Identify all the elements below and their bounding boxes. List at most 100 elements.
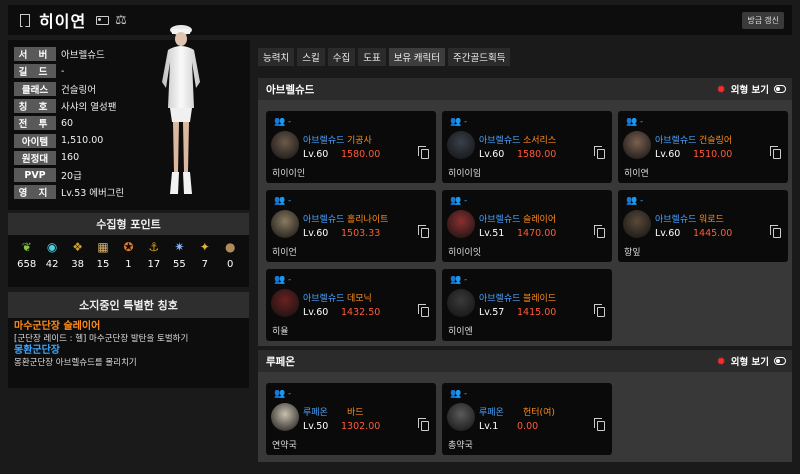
character-avatar	[150, 22, 212, 202]
toggle-icon[interactable]	[774, 85, 786, 93]
section-header: 루페온 ✹ 외형 보기	[258, 350, 792, 372]
bookmark-icon[interactable]	[20, 13, 30, 27]
tab-skills[interactable]: 스킬	[297, 48, 325, 66]
collectible-point-value: 38	[71, 259, 84, 270]
guild-name: -	[640, 196, 644, 206]
guild-members-icon: 👥	[450, 196, 462, 206]
character-class: 건슬링어	[699, 136, 733, 146]
collectible-point[interactable]: ✦ 7	[194, 239, 216, 270]
profile-row: 영 지 Lv.53 에버그린	[14, 185, 124, 200]
copy-icon[interactable]	[418, 225, 429, 238]
toggle-icon[interactable]	[774, 357, 786, 365]
collectible-point[interactable]: ● 0	[219, 239, 241, 270]
copy-icon[interactable]	[418, 418, 429, 431]
character-item-level: 1510.00	[693, 149, 733, 160]
guild-name: -	[640, 117, 644, 127]
character-name: 히이이인	[272, 169, 306, 179]
profile-value: 60	[61, 117, 74, 129]
profile-label: 칭 호	[14, 98, 56, 113]
look-toggle[interactable]: ✹ 외형 보기	[716, 354, 786, 368]
character-level: Lv.57	[479, 307, 505, 318]
look-label: 외형 보기	[730, 357, 769, 368]
copy-icon[interactable]	[770, 225, 781, 238]
scale-icon[interactable]: ⚖	[115, 13, 127, 28]
section-title: 아브렐슈드	[266, 83, 315, 96]
copy-icon[interactable]	[594, 418, 605, 431]
collectible-point[interactable]: ❦ 658	[16, 239, 38, 270]
character-card[interactable]: 👥 - 아브렐슈드 기공사 Lv.60 1580.00 히이이인	[266, 111, 436, 183]
character-card[interactable]: 👥 - 루페온 헌터(여) Lv.1 0.00 총약국	[442, 383, 612, 455]
character-portrait	[271, 210, 299, 238]
collectible-point-value: 658	[17, 259, 37, 270]
sun-icon: ✹	[716, 354, 726, 368]
character-card[interactable]: 👥 - 아브렐슈드 워로드 Lv.60 1445.00 항잎	[618, 190, 788, 262]
character-card[interactable]: 👥 - 아브렐슈드 건슬링어 Lv.60 1510.00 히이연	[618, 111, 788, 183]
character-server: 아브렐슈드	[479, 294, 521, 304]
left-panel: 서 버 아브렐슈드 길 드 - 클래스 건슬링어 칭 호 사샤의 열성팬 전 투 60 아이템 1,5…	[8, 40, 250, 210]
refresh-button[interactable]: 방금 갱신	[742, 11, 784, 29]
character-card[interactable]: 👥 - 루페온 바드 Lv.50 1302.00 연약국	[266, 383, 436, 455]
id-card-icon[interactable]	[96, 15, 110, 25]
character-level: Lv.60	[655, 228, 681, 239]
profile-row: 클래스 건슬링어	[14, 81, 96, 96]
character-card[interactable]: 👥 - 아브렐슈드 데모닉 Lv.60 1432.50 히율	[266, 269, 436, 341]
character-class: 슬레이어	[523, 215, 557, 225]
character-level: Lv.60	[479, 149, 505, 160]
tab-chart[interactable]: 도표	[358, 48, 386, 66]
profile-box: 서 버 아브렐슈드 길 드 - 클래스 건슬링어 칭 호 사샤의 열성팬 전 투 60 아이템 1,5…	[8, 40, 250, 210]
copy-icon[interactable]	[418, 146, 429, 159]
character-item-level: 0.00	[517, 421, 539, 432]
top-bar: 히이연 ⚖ 방금 갱신	[8, 5, 792, 35]
collectible-point[interactable]: ✪ 1	[117, 239, 139, 270]
server-panel: 👥 - 루페온 바드 Lv.50 1302.00 연약국 👥 - 루페온 헌터(여) Lv.1 0.00…	[258, 372, 792, 462]
character-name: 히이엔	[448, 327, 473, 337]
collectible-point-value: 55	[172, 259, 186, 270]
sun-icon: ✹	[716, 82, 726, 96]
character-name: 연약국	[272, 441, 297, 451]
character-name: 히이언	[272, 248, 297, 258]
character-item-level: 1415.00	[517, 307, 557, 318]
character-name: 히율	[272, 327, 289, 337]
tab-stats[interactable]: 능력치	[258, 48, 295, 66]
medal-icon: ●	[224, 240, 236, 254]
profile-label: 원정대	[14, 150, 56, 165]
character-name: 히이연	[39, 12, 87, 31]
copy-icon[interactable]	[594, 304, 605, 317]
tab-bar: 능력치 스킬 수집 도표 보유 캐릭터 주간골드획득	[258, 48, 511, 66]
collectible-points-list: ❦ 658 ◉ 42 ❖ 38 ▦ 15 ✪ 1 ⚓ 17 ✷ 55 ✦ 7 ● 0	[8, 235, 249, 270]
character-card[interactable]: 👥 - 아브렐슈드 슬레이어 Lv.51 1470.00 히이이잇	[442, 190, 612, 262]
character-item-level: 1503.33	[341, 228, 381, 239]
character-card[interactable]: 👥 - 아브렐슈드 소서리스 Lv.60 1580.00 히이이임	[442, 111, 612, 183]
character-card[interactable]: 👥 - 아브렐슈드 홀리나이트 Lv.60 1503.33 히이언	[266, 190, 436, 262]
tab-weekly-gold[interactable]: 주간골드획득	[448, 48, 511, 66]
copy-icon[interactable]	[594, 225, 605, 238]
collectible-point-value: 15	[96, 259, 110, 270]
collectible-point[interactable]: ✷ 55	[168, 239, 190, 270]
profile-label: 전 투	[14, 116, 56, 131]
orpheus-star-icon: ✦	[199, 240, 210, 254]
profile-row: 원정대 160	[14, 150, 80, 165]
title-desc: [군단장 레이드 : 헬] 마수군단장 발탄을 토벌하기	[14, 334, 189, 344]
guild-members-icon: 👥	[274, 389, 286, 399]
collectible-point[interactable]: ❖ 38	[67, 239, 89, 270]
collectible-point-value: 0	[227, 259, 234, 270]
character-class: 바드	[347, 408, 364, 418]
character-card[interactable]: 👥 - 아브렐슈드 블레이드 Lv.57 1415.00 히이엔	[442, 269, 612, 341]
character-server: 아브렐슈드	[479, 136, 521, 146]
collectible-point[interactable]: ▦ 15	[92, 239, 114, 270]
tab-collection[interactable]: 수집	[327, 48, 356, 66]
character-portrait	[447, 289, 475, 317]
copy-icon[interactable]	[594, 146, 605, 159]
copy-icon[interactable]	[418, 304, 429, 317]
character-class: 소서리스	[523, 136, 557, 146]
mokoko-seed-icon: ❦	[21, 240, 32, 254]
tab-owned-characters[interactable]: 보유 캐릭터	[388, 48, 446, 66]
profile-row: 길 드-	[14, 64, 64, 79]
collectible-point[interactable]: ◉ 42	[41, 239, 63, 270]
look-toggle[interactable]: ✹ 외형 보기	[716, 82, 786, 96]
character-level: Lv.60	[303, 307, 329, 318]
profile-value: 160	[61, 152, 80, 164]
collectible-point[interactable]: ⚓ 17	[143, 239, 165, 270]
copy-icon[interactable]	[770, 146, 781, 159]
character-level: Lv.51	[479, 228, 505, 239]
